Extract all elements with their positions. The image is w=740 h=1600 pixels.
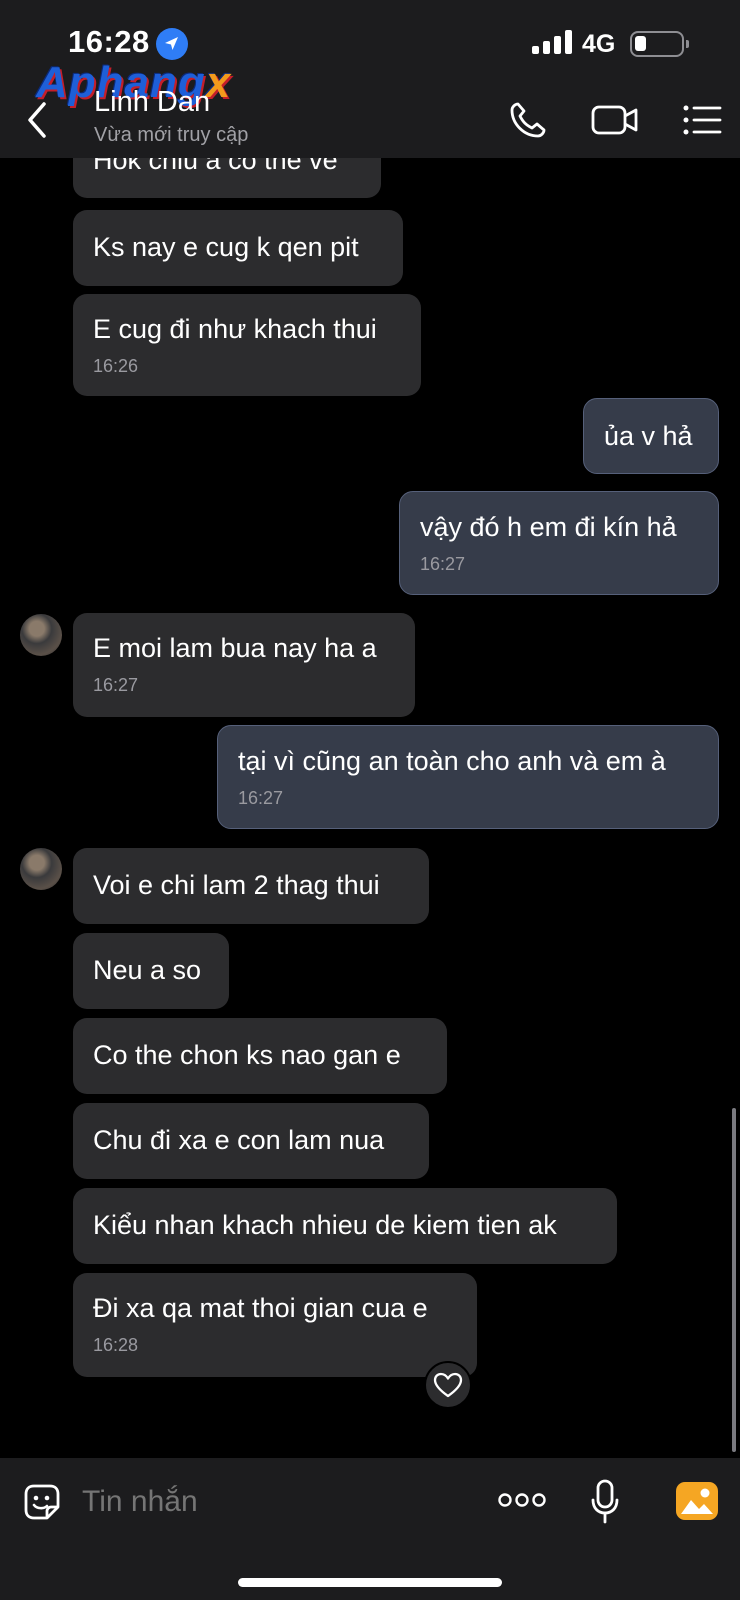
signal-icon (532, 30, 574, 54)
message-list[interactable]: Hok chiu a co the ve Ks nay e cug k qen … (0, 158, 740, 1458)
contact-name[interactable]: Linh Dan (94, 86, 210, 119)
call-button[interactable] (506, 98, 550, 142)
message-bubble-received[interactable]: Hok chiu a co the ve (73, 158, 381, 198)
message-bubble-received[interactable]: E cug đi như khach thui 16:26 (73, 294, 421, 396)
more-button[interactable] (498, 1488, 546, 1512)
message-bubble-received[interactable]: E moi lam bua nay ha a 16:27 (73, 613, 415, 717)
avatar[interactable] (20, 848, 62, 890)
back-button[interactable] (20, 98, 56, 142)
list-menu-icon (683, 105, 722, 135)
message-input[interactable] (82, 1482, 472, 1522)
status-time: 16:28 (68, 24, 150, 59)
voice-message-button[interactable] (588, 1478, 622, 1526)
message-bubble-sent[interactable]: vậy đó h em đi kín hả 16:27 (399, 491, 719, 595)
message-bubble-received[interactable]: Đi xa qa mat thoi gian cua e 16:28 (73, 1273, 477, 1377)
message-time: 16:27 (93, 675, 139, 695)
menu-button[interactable] (680, 98, 724, 142)
message-bubble-received[interactable]: Neu a so (73, 933, 229, 1009)
chevron-left-icon (28, 102, 46, 138)
message-bubble-received[interactable]: Voi e chi lam 2 thag thui (73, 848, 429, 924)
battery-icon (630, 31, 689, 57)
image-gallery-icon (676, 1482, 718, 1520)
message-time: 16:27 (238, 788, 284, 808)
heart-icon (433, 1372, 463, 1398)
phone-icon (510, 102, 546, 138)
message-bubble-received[interactable]: Co the chon ks nao gan e (73, 1018, 447, 1094)
reaction-button[interactable] (424, 1361, 472, 1409)
message-bubble-sent[interactable]: tại vì cũng an toàn cho anh và em à 16:27 (217, 725, 719, 829)
sticker-smile-icon (24, 1484, 60, 1520)
message-time: 16:28 (93, 1335, 139, 1355)
message-time: 16:26 (93, 356, 139, 376)
scrollbar[interactable] (732, 1108, 736, 1452)
message-time: 16:27 (420, 554, 466, 574)
avatar[interactable] (20, 614, 62, 656)
message-bubble-sent[interactable]: ủa v hả (583, 398, 719, 474)
sticker-button[interactable] (20, 1480, 64, 1524)
gallery-button[interactable] (674, 1478, 720, 1524)
microphone-icon (591, 1479, 619, 1524)
more-dots-icon (498, 1493, 546, 1507)
message-bubble-received[interactable]: Ks nay e cug k qen pit (73, 210, 403, 286)
network-type: 4G (582, 30, 616, 58)
home-indicator[interactable] (238, 1578, 502, 1587)
message-bubble-received[interactable]: Kiểu nhan khach nhieu de kiem tien ak (73, 1188, 617, 1264)
video-call-button[interactable] (590, 98, 640, 142)
contact-status: Vừa mới truy cập (94, 124, 249, 146)
location-arrow-icon (156, 28, 188, 60)
message-bubble-received[interactable]: Chu đi xa e con lam nua (73, 1103, 429, 1179)
video-camera-icon (591, 105, 638, 135)
